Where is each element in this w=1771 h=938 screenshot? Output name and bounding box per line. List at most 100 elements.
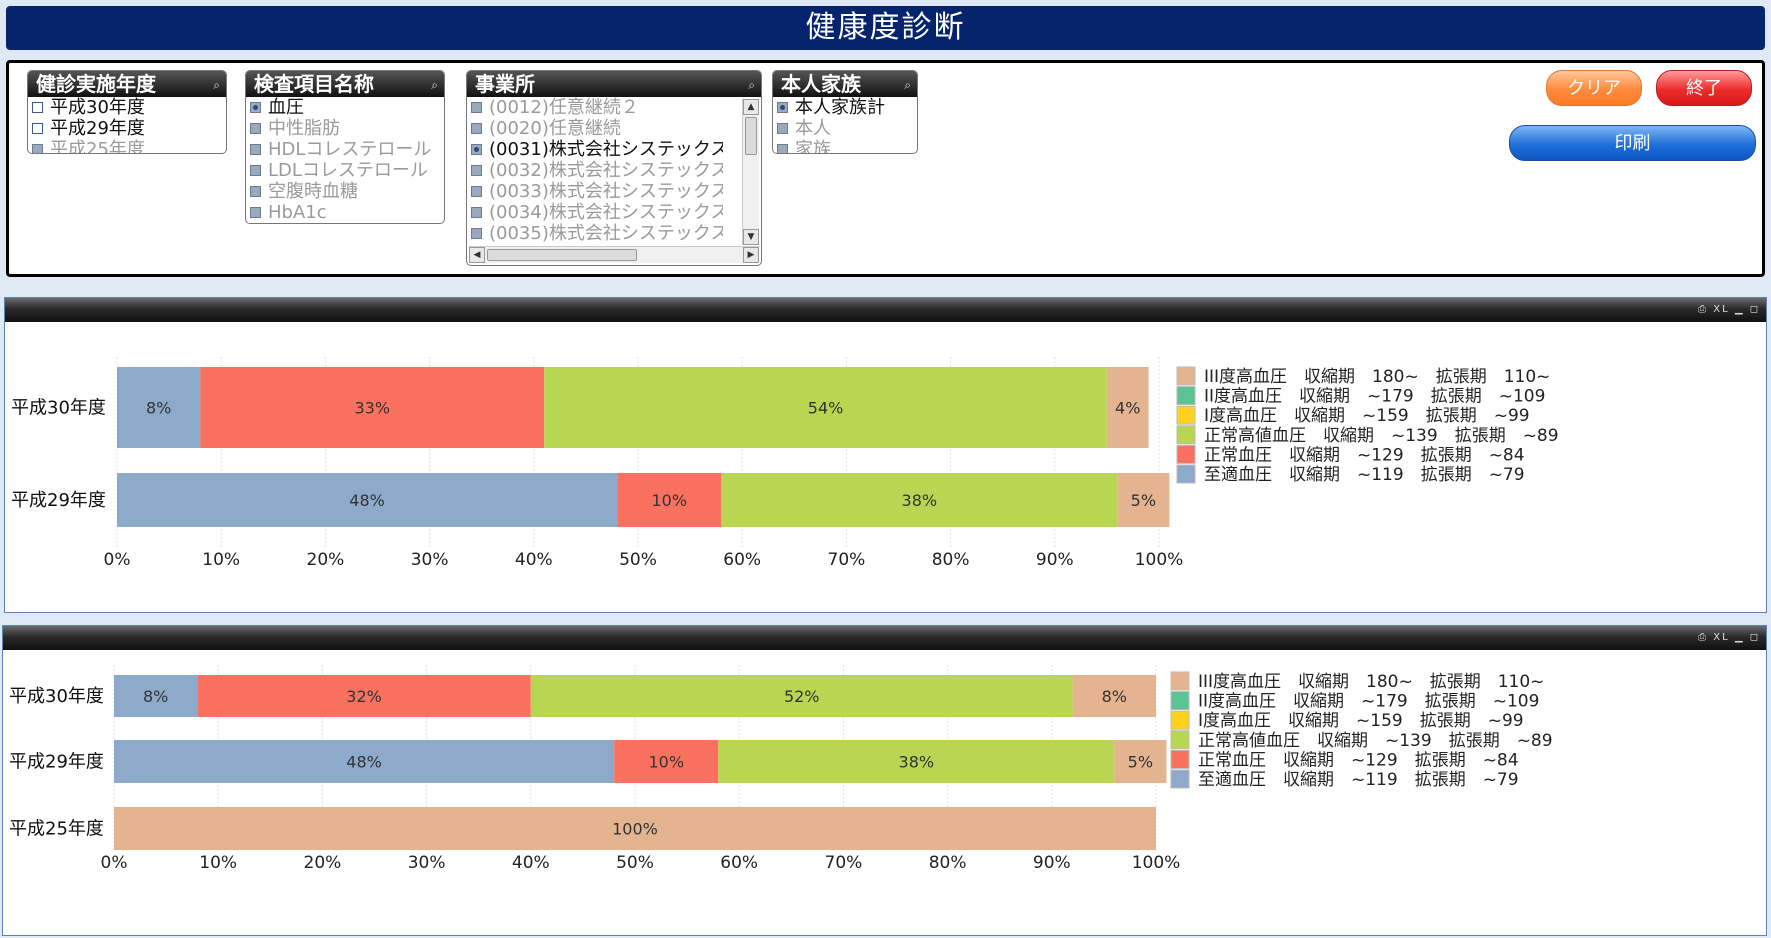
bar-data-label: 33% — [355, 399, 391, 418]
list-item[interactable]: 平成29年度 — [28, 118, 226, 139]
legend-swatch — [1176, 366, 1196, 386]
list-item[interactable]: LDLコレステロール — [246, 160, 444, 181]
search-icon[interactable]: ⌕ — [431, 72, 438, 98]
legend-label: III度高血圧 収縮期 180~ 拡張期 110~ — [1198, 672, 1544, 692]
office-listbox-title: 事業所 ⌕ — [467, 71, 761, 97]
scroll-left-icon[interactable]: ◀ — [469, 247, 485, 263]
checkbox-icon[interactable] — [777, 102, 788, 113]
list-item[interactable]: 中性脂肪 — [246, 118, 444, 139]
legend-swatch — [1170, 710, 1190, 730]
end-button[interactable]: 終了 — [1656, 70, 1752, 106]
list-item[interactable]: 平成30年度 — [28, 97, 226, 118]
x-tick-label: 20% — [304, 853, 342, 873]
checkbox-icon[interactable] — [32, 102, 43, 113]
year-listbox[interactable]: 健診実施年度 ⌕ 平成30年度 平成29年度 平成25年度 — [27, 70, 227, 154]
list-item[interactable]: HbA1c — [246, 202, 444, 223]
checkbox-icon[interactable] — [250, 123, 261, 134]
scroll-down-icon[interactable]: ▼ — [743, 229, 759, 245]
bar-data-label: 54% — [808, 399, 844, 418]
family-listbox-title: 本人家族 ⌕ — [773, 71, 917, 97]
list-item[interactable]: (0035)株式会社システックス — [467, 223, 723, 244]
checkbox-icon[interactable] — [471, 207, 482, 218]
checkbox-icon[interactable] — [471, 165, 482, 176]
list-item[interactable]: 空腹時血糖 — [246, 181, 444, 202]
x-tick-label: 30% — [408, 853, 446, 873]
year-listbox-title-text: 健診実施年度 — [36, 72, 156, 96]
checkbox-icon[interactable] — [471, 228, 482, 239]
list-item[interactable]: 血圧 — [246, 97, 444, 118]
family-listbox[interactable]: 本人家族 ⌕ 本人家族計 本人 家族 — [772, 70, 918, 154]
checkbox-icon[interactable] — [471, 102, 482, 113]
legend-label: 正常高値血圧 収縮期 ~139 拡張期 ~89 — [1198, 731, 1553, 751]
test-item-listbox[interactable]: 検査項目名称 ⌕ 血圧 中性脂肪 HDLコレステロール LDLコレステロール 空腹時血糖… — [245, 70, 445, 224]
office-listbox[interactable]: 事業所 ⌕ (0012)任意継続２ (0020)任意継続 (0031)株式会社システ… — [466, 70, 762, 266]
checkbox-icon[interactable] — [250, 186, 261, 197]
legend-label: I度高血圧 収縮期 ~159 拡張期 ~99 — [1198, 711, 1524, 731]
list-item-label: (0033)株式会社システックス — [489, 181, 723, 202]
checkbox-icon[interactable] — [471, 186, 482, 197]
x-tick-label: 0% — [101, 853, 128, 873]
chart-total: 0% 10% 20% 30% 40% 50% 60% 70% 80% 90% 100% 平成30年度 8… — [9, 665, 1553, 873]
panel-tools[interactable]: ⎙ XL ▁ ◻ — [1698, 626, 1760, 650]
x-tick-label: 50% — [616, 853, 654, 873]
bar-data-label: 48% — [349, 491, 385, 510]
bar-data-label: 8% — [146, 399, 171, 418]
checkbox-icon[interactable] — [250, 144, 261, 155]
list-item-label: 血圧 — [268, 97, 304, 118]
checkbox-icon[interactable] — [777, 123, 788, 134]
legend-swatch — [1170, 749, 1190, 769]
list-item[interactable]: HDLコレステロール — [246, 139, 444, 160]
search-icon[interactable]: ⌕ — [904, 72, 911, 98]
bar-data-label: 10% — [648, 753, 684, 772]
list-item[interactable]: (0032)株式会社システックス — [467, 160, 723, 181]
legend-swatch — [1170, 730, 1190, 750]
list-item[interactable]: 平成25年度 — [28, 139, 226, 153]
scroll-thumb[interactable] — [487, 249, 637, 261]
x-tick-label: 90% — [1033, 853, 1071, 873]
scroll-right-icon[interactable]: ▶ — [743, 247, 759, 263]
list-item[interactable]: (0033)株式会社システックス — [467, 181, 723, 202]
list-item[interactable]: 本人家族計 — [773, 97, 917, 118]
list-item-label: HbA1c — [268, 202, 327, 223]
checkbox-icon[interactable] — [471, 123, 482, 134]
checkbox-icon[interactable] — [777, 144, 788, 153]
clear-button[interactable]: クリア — [1546, 70, 1642, 106]
list-item-label: (0034)株式会社システックス — [489, 202, 723, 223]
search-icon[interactable]: ⌕ — [213, 72, 220, 98]
print-button[interactable]: 印刷 — [1509, 125, 1756, 161]
list-item[interactable]: 本人 — [773, 118, 917, 139]
list-item[interactable]: (0012)任意継続２ — [467, 97, 723, 118]
category-label: 平成30年度 — [9, 686, 104, 707]
checkbox-icon[interactable] — [250, 102, 261, 113]
legend-swatch — [1176, 425, 1196, 445]
list-item[interactable]: (0031)株式会社システックス — [467, 139, 723, 160]
list-item-label: 中性脂肪 — [268, 118, 340, 139]
legend-label: 至適血圧 収縮期 ~119 拡張期 ~79 — [1198, 770, 1519, 790]
list-item[interactable]: (0020)任意継続 — [467, 118, 723, 139]
x-tick-label: 80% — [932, 550, 970, 570]
checkbox-icon[interactable] — [471, 144, 482, 155]
chart-panel-total: 血圧 ： 組合計 ⎙ XL ▁ ◻ 0% 10% 20% 30% 40% 50% 60% 70… — [2, 625, 1767, 936]
chart-total-title: 血圧 ： 組合計 ⎙ XL ▁ ◻ — [3, 626, 1766, 673]
search-icon[interactable]: ⌕ — [748, 72, 755, 98]
list-item-label: 平成30年度 — [50, 97, 145, 118]
office-horizontal-scrollbar[interactable]: ◀ ▶ — [469, 246, 759, 263]
scroll-up-icon[interactable]: ▲ — [743, 99, 759, 115]
list-item-label: 平成29年度 — [50, 118, 145, 139]
office-vertical-scrollbar[interactable]: ▲ ▼ — [742, 99, 759, 245]
list-item[interactable]: 家族 — [773, 139, 917, 153]
filter-panel: 健診実施年度 ⌕ 平成30年度 平成29年度 平成25年度 検査項目名称 ⌕ 血圧中… — [6, 60, 1765, 277]
legend-label: I度高血圧 収縮期 ~159 拡張期 ~99 — [1204, 406, 1530, 426]
scroll-thumb[interactable] — [745, 117, 757, 155]
checkbox-icon[interactable] — [32, 123, 43, 134]
chart-office: 0% 10% 20% 30% 40% 50% 60% 70% 80% 90% 100% 平成30年度 8… — [11, 357, 1559, 570]
checkbox-icon[interactable] — [32, 144, 43, 153]
checkbox-icon[interactable] — [250, 207, 261, 218]
x-tick-label: 90% — [1036, 550, 1074, 570]
x-tick-label: 0% — [104, 550, 131, 570]
panel-tools[interactable]: ⎙ XL ▁ ◻ — [1698, 298, 1760, 322]
legend-label: 正常高値血圧 収縮期 ~139 拡張期 ~89 — [1204, 426, 1559, 446]
list-item[interactable]: (0034)株式会社システックス — [467, 202, 723, 223]
checkbox-icon[interactable] — [250, 165, 261, 176]
list-item-label: 本人 — [795, 118, 831, 139]
